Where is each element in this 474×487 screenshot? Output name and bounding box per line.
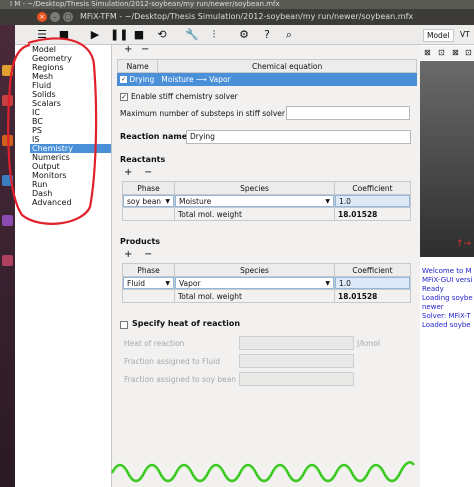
close-icon[interactable]: ×: [37, 12, 47, 22]
window-title: MFiX-TFM - ~/Desktop/Thesis Simulation/2…: [80, 12, 414, 21]
annotation-overlay: [7, 37, 416, 483]
minimize-icon[interactable]: –: [50, 12, 60, 22]
window-path-strip: I M - ~/Desktop/Thesis Simulation/2012-s…: [0, 0, 474, 9]
maximize-icon[interactable]: □: [63, 12, 73, 22]
green-annotation-scribble: [110, 461, 416, 483]
red-annotation-circle: [7, 37, 98, 225]
title-bar: × – □ MFiX-TFM - ~/Desktop/Thesis Simula…: [0, 9, 474, 25]
